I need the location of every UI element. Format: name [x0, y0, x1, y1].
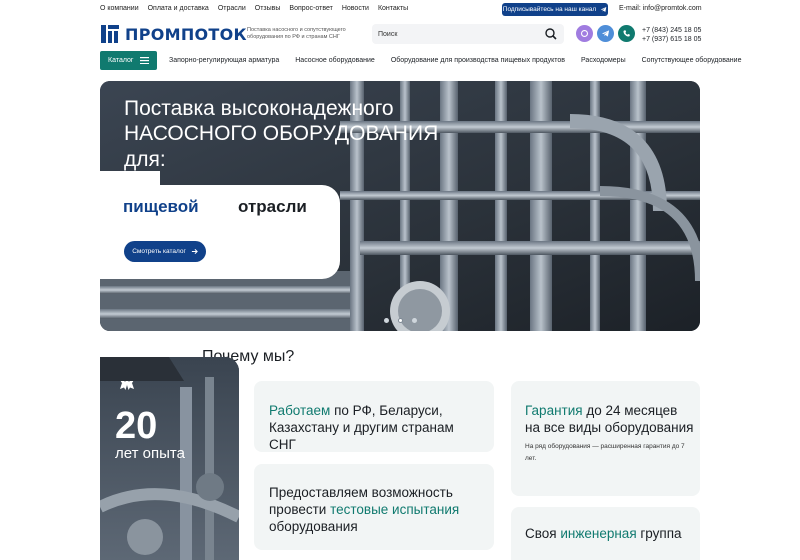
search-input[interactable]	[372, 24, 564, 44]
hero-banner: Поставка высоконадежного НАСОСНОГО ОБОРУ…	[100, 81, 700, 331]
slider-dot[interactable]	[384, 318, 389, 323]
phone-2[interactable]: +7 (937) 615 18 05	[642, 35, 701, 44]
experience-label: лет опыта	[115, 445, 185, 462]
logo-mark-icon	[101, 25, 119, 43]
experience-card: 20 лет опыта	[100, 357, 239, 560]
hero-title-line-3: для:	[124, 148, 166, 171]
feature-card-warranty: Гарантия до 24 месяцев на все виды обору…	[511, 381, 700, 496]
telegram-icon	[600, 7, 607, 12]
feature-rest: группа	[636, 526, 682, 541]
nav-valves[interactable]: Запорно-регулирующая арматура	[169, 57, 279, 64]
feature-card-engineering: Своя инженерная группа	[511, 507, 700, 560]
telegram-icon	[601, 30, 610, 37]
subscribe-label: Подписывайтесь на наш канал	[502, 6, 597, 13]
menu-icon	[140, 57, 149, 64]
hero-card: пищевой отрасли	[100, 171, 340, 279]
main-nav: Запорно-регулирующая арматура Насосное о…	[169, 57, 757, 64]
nav-pumps[interactable]: Насосное оборудование	[295, 57, 375, 64]
telegram-button[interactable]	[597, 25, 614, 42]
feature-text-geography: Работаем по РФ, Беларуси, Казахстану и д…	[269, 402, 484, 453]
catalog-button[interactable]: Каталог	[100, 51, 157, 70]
feature-accent: инженерная	[560, 526, 637, 541]
feature-accent: тестовые испытания	[330, 502, 460, 517]
top-nav-news[interactable]: Новости	[342, 5, 369, 12]
logo-text: ПРОМПОТОК	[125, 24, 247, 44]
feature-card-testing: Предоставляем возможность провести тесто…	[254, 464, 494, 550]
arrow-right-icon	[191, 248, 198, 255]
feature-card-geography: Работаем по РФ, Беларуси, Казахстану и д…	[254, 381, 494, 452]
top-nav-about[interactable]: О компании	[100, 5, 139, 12]
slider-dot-active[interactable]	[398, 318, 403, 323]
call-button[interactable]	[618, 25, 635, 42]
top-bar: О компании Оплата и доставка Отрасли Отз…	[0, 0, 800, 18]
search-icon[interactable]	[544, 27, 558, 41]
experience-years: 20	[115, 405, 158, 447]
feature-text-warranty: Гарантия до 24 месяцев на все виды обору…	[525, 402, 695, 436]
top-nav-payment[interactable]: Оплата и доставка	[148, 5, 209, 12]
slider-dot[interactable]	[412, 318, 417, 323]
slider-dots	[384, 318, 417, 323]
phone-icon	[623, 30, 630, 37]
tagline: Поставка насосного и сопутствующего обор…	[247, 27, 346, 40]
hero-word-industry: отрасли	[238, 197, 307, 216]
view-catalog-label: Смотреть каталог	[132, 248, 186, 255]
top-nav: О компании Оплата и доставка Отрасли Отз…	[100, 5, 408, 12]
viber-button[interactable]	[576, 25, 593, 42]
logo[interactable]: ПРОМПОТОК	[100, 24, 247, 44]
nav-flowmeters[interactable]: Расходомеры	[581, 57, 626, 64]
top-nav-reviews[interactable]: Отзывы	[255, 5, 281, 12]
feature-text-engineering: Своя инженерная группа	[525, 525, 695, 542]
feature-lead: Своя	[525, 526, 561, 541]
hero-title-line-1: Поставка высоконадежного	[124, 97, 394, 120]
hero-rotating-word: пищевой	[123, 197, 199, 216]
email-link[interactable]: E-mail: info@promtok.com	[619, 5, 702, 12]
nav-food-equipment[interactable]: Оборудование для производства пищевых пр…	[391, 57, 565, 64]
hero-title-line-2: НАСОСНОГО ОБОРУДОВАНИЯ	[124, 122, 439, 145]
view-catalog-button[interactable]: Смотреть каталог	[124, 241, 206, 262]
top-nav-contacts[interactable]: Контакты	[378, 5, 408, 12]
top-nav-faq[interactable]: Вопрос-ответ	[289, 5, 332, 12]
phone-1[interactable]: +7 (843) 245 18 05	[642, 26, 701, 35]
feature-accent: Работаем	[269, 403, 331, 418]
feature-text-testing: Предоставляем возможность провести тесто…	[269, 484, 484, 535]
subscribe-button[interactable]: Подписывайтесь на наш канал	[502, 3, 608, 16]
feature-accent: Гарантия	[525, 403, 583, 418]
feature-rest: оборудования	[269, 519, 358, 534]
nav-related-equipment[interactable]: Сопутствующее оборудование	[642, 57, 742, 64]
viber-icon	[580, 29, 589, 38]
phone-numbers: +7 (843) 245 18 05 +7 (937) 615 18 05	[642, 26, 701, 44]
warranty-note: На ряд оборудования — расширенная гарант…	[525, 443, 685, 462]
top-nav-industries[interactable]: Отрасли	[218, 5, 246, 12]
catalog-label: Каталог	[108, 57, 134, 64]
